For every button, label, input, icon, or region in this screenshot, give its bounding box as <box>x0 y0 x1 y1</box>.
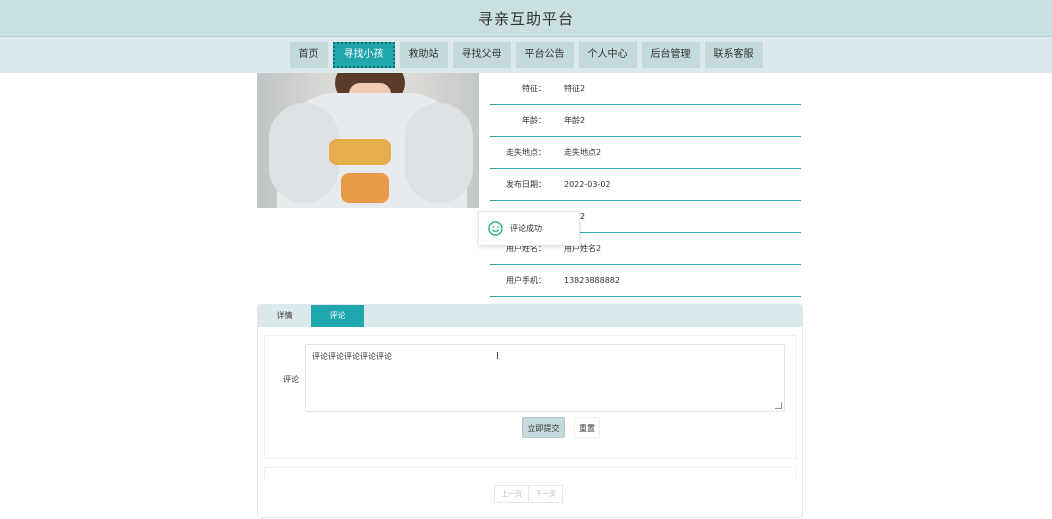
nav-item-home[interactable]: 首页 <box>289 42 328 68</box>
detail-panel: 详情 评论 评论 评论评论评论评论评论 I 立即提交 重置 上一页 下一页 <box>257 304 803 518</box>
toast-message: 评论成功 <box>510 224 542 233</box>
detail-label: 年龄： <box>522 116 546 125</box>
comment-list <box>264 467 797 480</box>
site-header: 寻亲互助平台 <box>0 0 1052 37</box>
detail-row-age: 年龄： 年龄2 <box>490 105 801 137</box>
detail-value: 走失地点2 <box>564 148 602 157</box>
child-photo <box>257 73 479 208</box>
detail-row-lost-location: 走失地点： 走失地点2 <box>490 137 801 169</box>
tab-comments[interactable]: 评论 <box>311 305 364 327</box>
nav-item-rescue-station[interactable]: 救助站 <box>399 42 448 68</box>
detail-row-feature: 特征： 特征2 <box>490 73 801 105</box>
nav-item-announcements[interactable]: 平台公告 <box>515 42 574 68</box>
detail-label: 特征： <box>522 84 546 93</box>
text-cursor-icon: I <box>496 351 499 362</box>
next-page-button[interactable]: 下一页 <box>529 485 563 503</box>
nav-item-admin[interactable]: 后台管理 <box>641 42 700 68</box>
detail-row-publish-date: 发布日期： 2022-03-02 <box>490 169 801 201</box>
comment-form: 评论 评论评论评论评论评论 I 立即提交 重置 <box>264 335 797 459</box>
site-title: 寻亲互助平台 <box>477 9 574 28</box>
reset-button[interactable]: 重置 <box>574 417 600 438</box>
tab-details[interactable]: 详情 <box>258 305 311 327</box>
tab-bar: 详情 评论 <box>258 305 802 327</box>
prev-page-button[interactable]: 上一页 <box>494 485 529 503</box>
detail-label: 用户手机： <box>506 276 546 285</box>
detail-row-user-phone: 用户手机： 13823888882 <box>490 265 801 297</box>
nav-item-personal-center[interactable]: 个人中心 <box>578 42 637 68</box>
comment-textarea[interactable]: 评论评论评论评论评论 I <box>305 344 785 412</box>
nav-item-find-child[interactable]: 寻找小孩 <box>332 42 395 68</box>
detail-value: 2022-03-02 <box>564 180 611 189</box>
comment-label: 评论 <box>283 375 299 384</box>
nav-item-contact-service[interactable]: 联系客服 <box>704 42 763 68</box>
detail-value: 特征2 <box>564 84 586 93</box>
submit-button[interactable]: 立即提交 <box>522 417 565 438</box>
detail-label: 发布日期： <box>506 180 546 189</box>
detail-table: 特征： 特征2 年龄： 年龄2 走失地点： 走失地点2 发布日期： 2022-0… <box>490 73 801 297</box>
main-nav: 首页 寻找小孩 救助站 寻找父母 平台公告 个人中心 后台管理 联系客服 <box>0 37 1052 73</box>
resize-grip-icon[interactable] <box>775 402 782 409</box>
detail-label: 走失地点： <box>506 148 546 157</box>
detail-value: 13823888882 <box>564 276 620 285</box>
comment-text: 评论评论评论评论评论 <box>312 352 392 361</box>
pagination: 上一页 下一页 <box>494 485 563 503</box>
success-toast: 评论成功 <box>478 211 580 246</box>
detail-value: 年龄2 <box>564 116 586 125</box>
nav-item-find-parents[interactable]: 寻找父母 <box>452 42 511 68</box>
smile-icon <box>488 221 503 236</box>
